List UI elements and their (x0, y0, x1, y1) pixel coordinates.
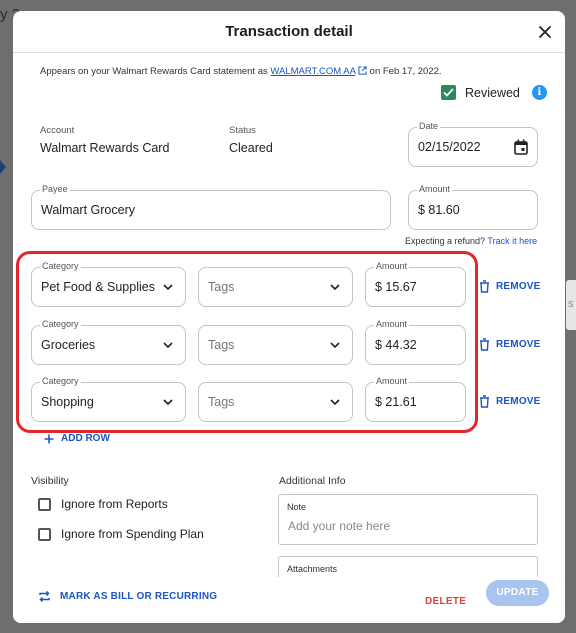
statement-suffix: on Feb 17, 2022. (369, 66, 442, 77)
modal-title: Transaction detail (225, 23, 353, 40)
info-icon[interactable]: i (531, 85, 547, 100)
reviewed-checkbox[interactable]: Reviewed i (441, 85, 547, 100)
modal-footer: MARK AS BILL OR RECURRING DELETE UPDATE (13, 577, 565, 623)
remove-split-button[interactable]: REMOVE (479, 395, 541, 408)
tags-select[interactable]: Tags (198, 325, 353, 365)
remove-label: REMOVE (496, 281, 541, 292)
remove-label: REMOVE (496, 396, 541, 407)
note-label: Note (287, 502, 307, 512)
payee-field[interactable]: Payee Walmart Grocery (31, 184, 391, 230)
delete-button[interactable]: DELETE (425, 596, 466, 607)
amount-value: $ 81.60 (418, 203, 460, 217)
remove-split-button[interactable]: REMOVE (479, 280, 541, 293)
remove-label: REMOVE (496, 339, 541, 350)
split-amount-value: $ 44.32 (375, 338, 417, 352)
date-field[interactable]: Date 02/15/2022 (408, 121, 538, 167)
background-side-text: S (568, 300, 574, 309)
statement-line: Appears on your Walmart Rewards Card sta… (40, 66, 442, 77)
ignore-spending-plan-label: Ignore from Spending Plan (61, 527, 204, 541)
chevron-down-icon (163, 399, 173, 406)
category-select[interactable]: Category Groceries (31, 319, 186, 365)
tags-select[interactable]: Tags (198, 267, 353, 307)
tags-placeholder: Tags (208, 280, 235, 294)
tags-placeholder: Tags (208, 338, 235, 352)
ignore-reports-checkbox[interactable]: Ignore from Reports (38, 497, 168, 511)
note-field[interactable]: Note Add your note here (278, 494, 538, 545)
chevron-down-icon (330, 342, 340, 349)
close-icon[interactable] (536, 23, 554, 41)
external-link-icon[interactable] (358, 66, 367, 75)
category-select[interactable]: Category Shopping (31, 376, 186, 422)
trash-icon (480, 395, 489, 408)
additional-info-title: Additional Info (279, 475, 346, 487)
amount-field[interactable]: Amount $ 81.60 (408, 184, 538, 230)
modal-header: Transaction detail (13, 11, 565, 53)
ignore-reports-label: Ignore from Reports (61, 497, 168, 511)
plus-icon (44, 434, 54, 443)
category-select[interactable]: Category Pet Food & Supplies (31, 261, 186, 307)
chevron-down-icon (330, 284, 340, 291)
add-row-label: ADD ROW (61, 433, 110, 444)
split-amount-field[interactable]: Amount $ 44.32 (365, 319, 466, 365)
status-label: Status (229, 125, 256, 136)
mark-as-bill-label: MARK AS BILL OR RECURRING (60, 591, 218, 602)
category-value: Shopping (41, 395, 94, 409)
checkbox-empty-icon[interactable] (38, 527, 51, 541)
trash-icon (480, 338, 489, 351)
split-amount-value: $ 21.61 (375, 395, 417, 409)
chevron-down-icon (163, 342, 173, 349)
chevron-down-icon (163, 284, 173, 291)
split-amount-field[interactable]: Amount $ 15.67 (365, 261, 466, 307)
visibility-title: Visibility (31, 475, 69, 487)
update-button[interactable]: UPDATE (486, 580, 549, 606)
statement-prefix: Appears on your Walmart Rewards Card sta… (40, 66, 268, 77)
category-value: Groceries (41, 338, 96, 352)
calendar-icon[interactable] (514, 139, 528, 155)
note-placeholder: Add your note here (288, 519, 391, 533)
status-value: Cleared (229, 141, 273, 155)
mark-as-bill-button[interactable]: MARK AS BILL OR RECURRING (38, 590, 217, 603)
merchant-link[interactable]: WALMART.COM AA (270, 66, 355, 77)
category-value: Pet Food & Supplies (41, 280, 155, 294)
payee-value: Walmart Grocery (41, 203, 135, 217)
split-amount-field[interactable]: Amount $ 21.61 (365, 376, 466, 422)
add-row-button[interactable]: ADD ROW (44, 433, 110, 444)
ignore-spending-plan-checkbox[interactable]: Ignore from Spending Plan (38, 527, 204, 541)
track-refund-link[interactable]: Track it here (487, 236, 537, 246)
reviewed-label: Reviewed (465, 85, 520, 100)
attachments-label: Attachments (287, 564, 338, 574)
chevron-down-icon (330, 399, 340, 406)
tags-placeholder: Tags (208, 395, 235, 409)
checkbox-checked-icon[interactable] (441, 85, 456, 100)
remove-split-button[interactable]: REMOVE (479, 338, 541, 351)
split-amount-value: $ 15.67 (375, 280, 417, 294)
refund-line: Expecting a refund? Track it here (405, 236, 537, 246)
tags-select[interactable]: Tags (198, 382, 353, 422)
refund-prefix: Expecting a refund? (405, 236, 486, 246)
transaction-detail-modal: Transaction detail Appears on your Walma… (13, 11, 565, 623)
date-value: 02/15/2022 (418, 140, 481, 154)
repeat-icon (39, 590, 50, 603)
trash-icon (480, 280, 489, 293)
account-value: Walmart Rewards Card (40, 141, 170, 155)
checkbox-empty-icon[interactable] (38, 497, 51, 511)
account-label: Account (40, 125, 75, 136)
background-arrow-icon (0, 160, 6, 174)
